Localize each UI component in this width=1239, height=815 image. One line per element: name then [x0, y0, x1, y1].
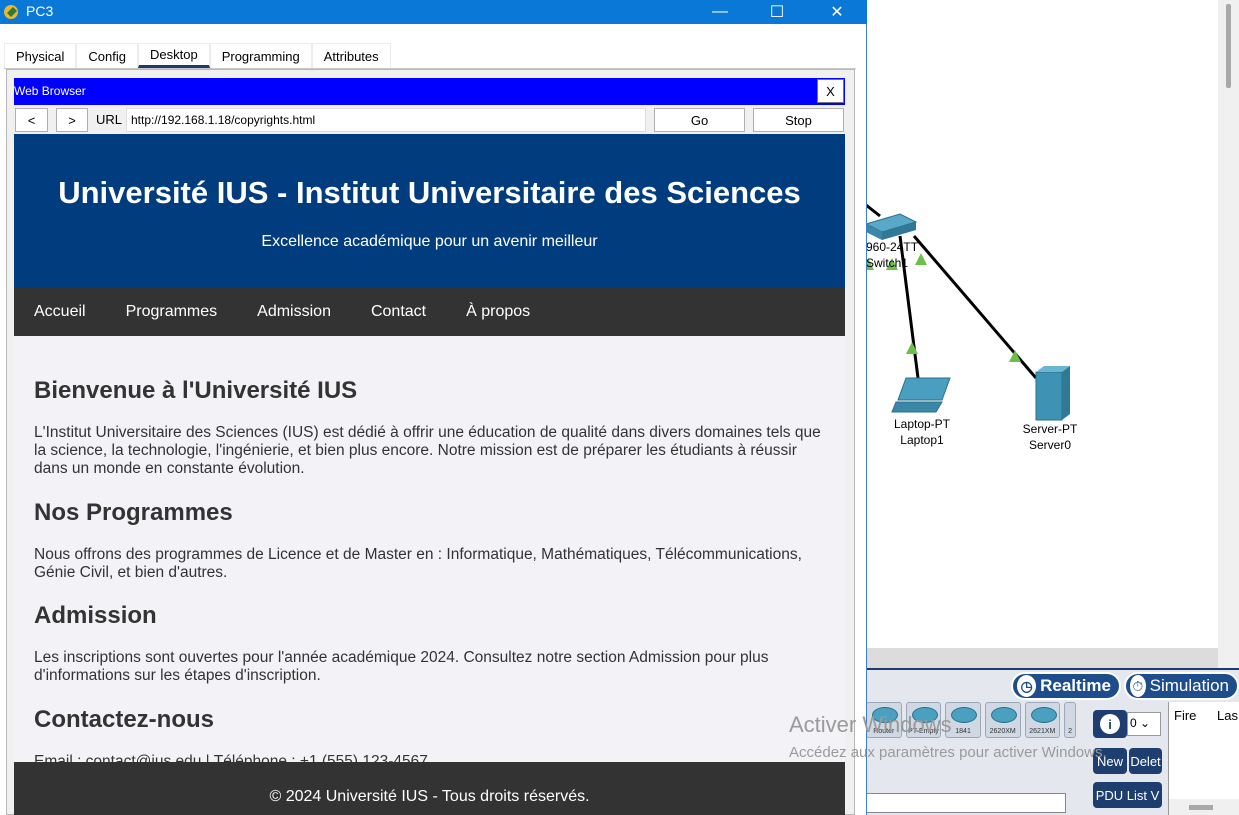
window-title: PC3 — [26, 3, 54, 19]
scrollbar-thumb[interactable] — [1189, 805, 1213, 810]
section-text-programs: Nous offrons des programmes de Licence e… — [34, 546, 802, 581]
realtime-label: Realtime — [1040, 676, 1111, 695]
web-browser-title: Web Browser — [14, 84, 86, 98]
link-status-triangle — [1009, 350, 1021, 362]
tab-config[interactable]: Config — [76, 43, 138, 68]
close-window-button[interactable]: ✕ — [814, 0, 860, 24]
nav-link-programmes[interactable]: Programmes — [126, 288, 218, 336]
forward-button[interactable]: > — [56, 108, 88, 132]
section-heading-welcome: Bienvenue à l'Université IUS — [34, 377, 358, 404]
link-status-triangle — [906, 342, 918, 354]
scenario-select[interactable]: 0 ⌄ — [1127, 712, 1161, 736]
site-title: Université IUS - Institut Universitaire … — [58, 175, 801, 210]
logical-workspace[interactable]: 960-24TT Switch1 Laptop-PT Laptop1 Serve… — [866, 0, 1239, 815]
pdu-event-table[interactable]: Fire Las — [1168, 702, 1239, 815]
back-button[interactable]: < — [15, 108, 48, 132]
tab-desktop[interactable]: Desktop — [138, 43, 210, 68]
maximize-button[interactable]: ☐ — [754, 0, 800, 24]
web-browser-titlebar: Web Browser X — [14, 78, 845, 105]
simulation-label: Simulation — [1149, 676, 1229, 695]
simulation-mode-button[interactable]: ⏱ Simulation — [1124, 672, 1239, 700]
switch-model-label: 960-24TT — [866, 240, 919, 254]
bottom-panel: ◷ Realtime ⏱ Simulation Router PT-Empty … — [866, 668, 1239, 815]
section-heading-contact: Contactez-nous — [34, 706, 214, 733]
web-page-viewport[interactable]: Université IUS - Institut Universitaire … — [14, 134, 845, 815]
tab-attributes[interactable]: Attributes — [311, 43, 391, 68]
window-titlebar[interactable]: PC3 — ☐ ✕ — [0, 0, 867, 24]
router-icon — [990, 707, 1017, 723]
device-chip[interactable]: 2621XM — [1024, 702, 1061, 738]
pc3-window: PC3 — ☐ ✕ Physical Config Desktop Progra… — [0, 0, 867, 815]
site-header: Université IUS - Institut Universitaire … — [14, 134, 845, 288]
url-label: URL — [96, 112, 123, 127]
close-icon: ✕ — [830, 4, 844, 21]
device-chip[interactable]: 2620XM — [984, 702, 1021, 738]
nav-link-admission[interactable]: Admission — [257, 288, 331, 336]
pdu-panel: i 0 ⌄ New Delet PDU List V Fire Las — [1081, 702, 1239, 815]
server-icon[interactable] — [1035, 366, 1070, 421]
site-navigation: Accueil Programmes Admission Contact À p… — [14, 288, 845, 336]
info-icon: i — [1100, 714, 1120, 734]
device-chip[interactable]: Router — [866, 702, 902, 738]
event-table-scrollbar[interactable] — [1169, 799, 1239, 815]
server-name-label: Server0 — [1028, 438, 1072, 452]
section-heading-programs: Nos Programmes — [34, 499, 233, 526]
tab-programming[interactable]: Programming — [209, 43, 312, 68]
section-heading-admission: Admission — [34, 602, 157, 629]
go-button[interactable]: Go — [654, 108, 745, 132]
delete-scenario-button[interactable]: Delet — [1129, 748, 1162, 774]
window-tabs: Physical Config Desktop Programming Attr… — [4, 43, 391, 68]
pdu-list-button[interactable]: PDU List V — [1093, 782, 1162, 808]
section-text-welcome: L'Institut Universitaire des Sciences (I… — [34, 424, 821, 477]
link-to-offscreen — [866, 203, 881, 218]
topology-diagram — [866, 203, 1070, 421]
server-model-label: Server-PT — [1022, 422, 1078, 436]
laptop-model-label: Laptop-PT — [893, 417, 951, 431]
minimize-button[interactable]: — — [697, 0, 743, 24]
topology-canvas[interactable]: 960-24TT Switch1 Laptop-PT Laptop1 Serve… — [866, 0, 1218, 648]
device-type-strip: Router PT-Empty 1841 2620XM 2621XM 2 — [866, 702, 1077, 742]
canvas-vertical-scrollbar[interactable] — [1218, 0, 1239, 670]
nav-link-accueil[interactable]: Accueil — [34, 288, 86, 336]
clock-icon: ◷ — [1017, 675, 1037, 697]
laptop-name-label: Laptop1 — [900, 433, 944, 447]
nav-link-contact[interactable]: Contact — [371, 288, 426, 336]
browser-close-button[interactable]: X — [817, 79, 844, 103]
device-chip[interactable]: PT-Empty — [905, 702, 942, 738]
section-text-admission: Les inscriptions sont ouvertes pour l'an… — [34, 649, 769, 684]
device-chip[interactable]: 2 — [1064, 702, 1077, 738]
switch-icon[interactable] — [866, 213, 918, 240]
info-button[interactable]: i — [1093, 710, 1127, 738]
laptop-icon[interactable] — [891, 377, 951, 413]
maximize-icon: ☐ — [769, 4, 785, 21]
router-icon — [951, 707, 978, 723]
switch-name-label: Switch1 — [866, 256, 909, 270]
device-chip[interactable]: 1841 — [945, 702, 981, 738]
site-tagline: Excellence académique pour un avenir mei… — [261, 233, 598, 250]
site-footer: © 2024 Université IUS - Tous droits rése… — [14, 762, 845, 815]
footer-text: © 2024 Université IUS - Tous droits rése… — [269, 788, 590, 805]
new-scenario-button[interactable]: New — [1093, 748, 1127, 774]
realtime-mode-button[interactable]: ◷ Realtime — [1011, 672, 1121, 700]
scrollbar-thumb[interactable] — [1226, 4, 1231, 88]
canvas-bottom-bar — [866, 648, 1239, 670]
nav-link-a-propos[interactable]: À propos — [466, 288, 530, 336]
minimize-icon: — — [712, 3, 728, 20]
router-icon — [1030, 707, 1057, 723]
router-icon — [872, 707, 898, 723]
packet-tracer-icon — [4, 5, 18, 19]
stop-button[interactable]: Stop — [753, 108, 844, 132]
router-icon — [911, 707, 938, 723]
column-header-last: Las — [1217, 708, 1238, 723]
device-strip-scrollbar[interactable] — [866, 793, 1066, 813]
url-input[interactable] — [126, 108, 646, 132]
column-header-fire: Fire — [1174, 708, 1197, 723]
tab-physical[interactable]: Physical — [4, 43, 77, 68]
stopwatch-icon: ⏱ — [1130, 675, 1146, 697]
